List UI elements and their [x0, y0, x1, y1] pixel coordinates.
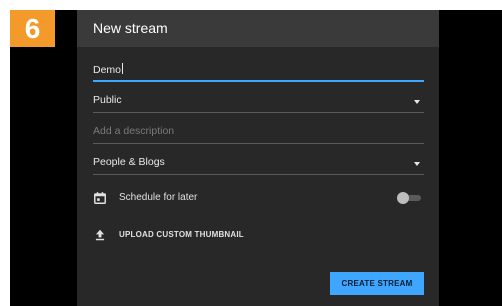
- dialog-header: New stream: [77, 10, 439, 47]
- visibility-select[interactable]: Public: [93, 91, 424, 113]
- toggle-thumb: [397, 192, 409, 204]
- stream-title-field[interactable]: Demo: [93, 60, 424, 82]
- text-cursor: [122, 63, 124, 74]
- description-placeholder: Add a description: [93, 125, 175, 137]
- dropdown-arrow-icon[interactable]: [414, 162, 420, 166]
- category-select[interactable]: People & Blogs: [93, 153, 424, 175]
- schedule-row: Schedule for later: [93, 188, 424, 208]
- visibility-selected-value: Public: [93, 94, 122, 106]
- schedule-label: Schedule for later: [119, 192, 198, 203]
- upload-thumbnail-label: UPLOAD CUSTOM THUMBNAIL: [119, 230, 244, 239]
- step-number-badge: 6: [10, 10, 55, 47]
- create-stream-button[interactable]: CREATE STREAM: [330, 272, 424, 295]
- dialog-title: New stream: [93, 20, 168, 36]
- new-stream-dialog: New stream Demo Public Add a description…: [77, 10, 439, 306]
- description-field[interactable]: Add a description: [93, 122, 424, 144]
- stream-title-value: Demo: [93, 64, 122, 76]
- upload-thumbnail-button[interactable]: UPLOAD CUSTOM THUMBNAIL: [93, 225, 424, 245]
- dropdown-arrow-icon[interactable]: [414, 100, 420, 104]
- schedule-toggle[interactable]: [397, 192, 423, 204]
- calendar-icon: [94, 192, 106, 204]
- stream-title-input[interactable]: Demo: [93, 63, 124, 76]
- upload-icon: [95, 229, 105, 241]
- category-selected-value: People & Blogs: [93, 156, 165, 168]
